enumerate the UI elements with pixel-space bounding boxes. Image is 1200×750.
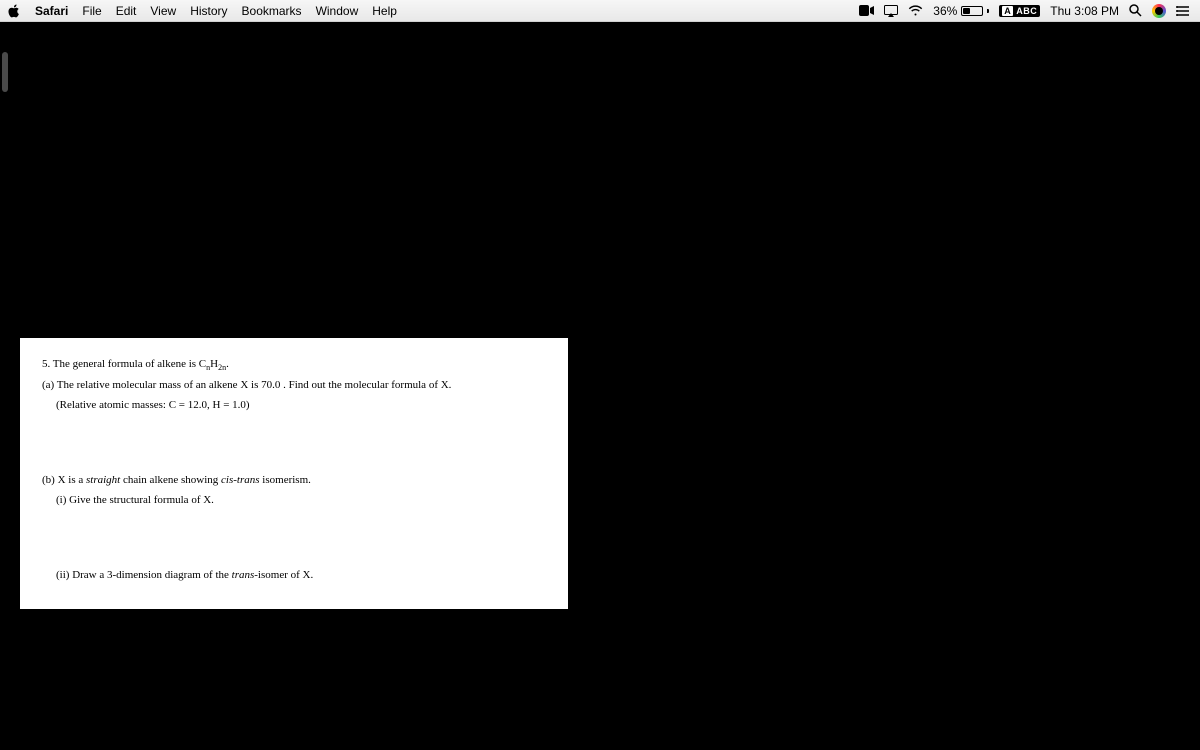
- question-5b-ii: (ii) Draw a 3-dimension diagram of the t…: [42, 567, 546, 585]
- battery-status[interactable]: 36%: [933, 4, 989, 18]
- question-5a-given: (Relative atomic masses: C = 12.0, H = 1…: [42, 397, 546, 415]
- question-5b: (b) X is a straight chain alkene showing…: [42, 472, 546, 490]
- menu-edit[interactable]: Edit: [116, 4, 137, 18]
- menu-history[interactable]: History: [190, 4, 227, 18]
- menu-window[interactable]: Window: [316, 4, 359, 18]
- question-5-header: 5. The general formula of alkene is CnH2…: [42, 356, 546, 375]
- datetime-label[interactable]: Thu 3:08 PM: [1050, 4, 1119, 18]
- spotlight-icon[interactable]: [1129, 4, 1142, 17]
- apple-logo-icon[interactable]: [8, 4, 21, 18]
- notification-center-icon[interactable]: [1176, 5, 1190, 17]
- vertical-scrollbar[interactable]: [2, 52, 8, 92]
- content-area: 5. The general formula of alkene is CnH2…: [0, 22, 1200, 750]
- input-source-indicator[interactable]: AABC: [999, 5, 1040, 17]
- airplay-icon[interactable]: [884, 5, 898, 17]
- menubar-right: 36% AABC Thu 3:08 PM: [859, 4, 1190, 18]
- menu-view[interactable]: View: [150, 4, 176, 18]
- siri-icon[interactable]: [1152, 4, 1166, 18]
- battery-percentage: 36%: [933, 4, 957, 18]
- battery-nub: [987, 9, 989, 13]
- menu-bookmarks[interactable]: Bookmarks: [242, 4, 302, 18]
- battery-icon: [961, 6, 983, 16]
- question-5b-i: (i) Give the structural formula of X.: [42, 492, 546, 510]
- document-page: 5. The general formula of alkene is CnH2…: [20, 338, 568, 609]
- menu-file[interactable]: File: [82, 4, 101, 18]
- menubar-app-name[interactable]: Safari: [35, 4, 68, 18]
- menubar-left: Safari File Edit View History Bookmarks …: [8, 4, 397, 18]
- wifi-icon[interactable]: [908, 5, 923, 16]
- facetime-icon[interactable]: [859, 5, 874, 16]
- input-source-label: ABC: [1016, 6, 1037, 16]
- menu-help[interactable]: Help: [372, 4, 397, 18]
- menubar: Safari File Edit View History Bookmarks …: [0, 0, 1200, 22]
- question-5a: (a) The relative molecular mass of an al…: [42, 377, 546, 395]
